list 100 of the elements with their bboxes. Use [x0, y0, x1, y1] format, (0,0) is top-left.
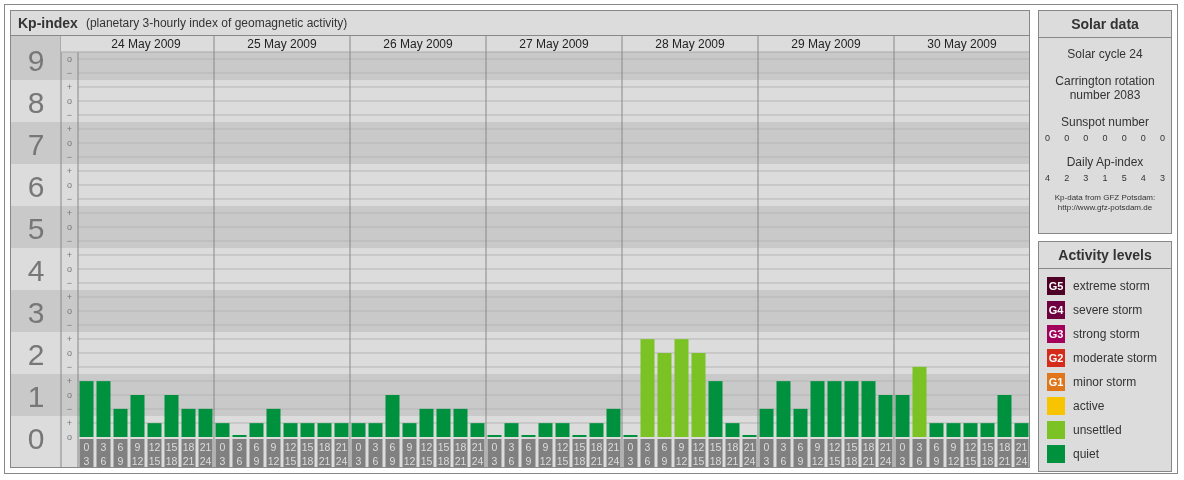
source-url: http://www.gfz-potsdam.de [1057, 203, 1153, 213]
ap-value: 3 [1159, 173, 1165, 183]
time-slot-label: 21 24 [742, 438, 757, 467]
chart-title: Kp-index [18, 14, 78, 31]
level-badge: G4 [1047, 301, 1065, 319]
bar [895, 394, 910, 437]
sub-tick-label: o [67, 179, 72, 190]
time-slot-label: 15 18 [572, 438, 587, 467]
time-slot-label: 9 12 [266, 438, 281, 467]
bar [793, 408, 808, 437]
sunspot-value: 0 [1083, 133, 1089, 143]
legend-label: severe storm [1073, 303, 1143, 317]
time-slot-label: 21 24 [1014, 438, 1029, 467]
legend-label: moderate storm [1073, 351, 1158, 365]
time-slot-label: 12 15 [555, 438, 570, 467]
sunspot-value: 0 [1159, 133, 1165, 143]
bar [266, 408, 281, 437]
time-slot-label: 3 6 [368, 438, 383, 467]
ap-value: 2 [1064, 173, 1070, 183]
bar [300, 423, 315, 437]
date-label: 25 May 2009 [247, 36, 317, 51]
time-slot-label: 12 15 [419, 438, 434, 467]
ap-value: 5 [1121, 173, 1127, 183]
y-axis-label: 3 [27, 295, 45, 329]
bar [912, 366, 927, 437]
ap-value: 3 [1083, 173, 1089, 183]
date-label: 28 May 2009 [655, 36, 725, 51]
bar [215, 423, 230, 437]
bar [827, 381, 842, 437]
bar [368, 423, 383, 437]
level-badge: G5 [1047, 277, 1065, 295]
sunspot-value: 0 [1045, 133, 1050, 143]
time-slot-label: 12 15 [691, 438, 706, 467]
bar [929, 423, 944, 437]
bar [606, 408, 621, 437]
sub-tick-label: + [66, 417, 73, 428]
time-slot-label: 6 9 [521, 438, 536, 467]
legend-label: strong storm [1073, 327, 1140, 341]
legend-label: minor storm [1073, 375, 1137, 389]
sub-tick-label: − [66, 319, 73, 330]
sub-tick-label: − [66, 109, 73, 120]
sub-tick-label: − [66, 235, 73, 246]
bar [436, 408, 451, 437]
sub-tick-label: + [66, 81, 73, 92]
bar [402, 423, 417, 437]
y-axis-label: 5 [27, 211, 45, 245]
bar [759, 408, 774, 437]
sub-tick-label: − [66, 277, 73, 288]
level-badge: G3 [1047, 325, 1065, 343]
time-slot-label: 0 3 [215, 438, 230, 467]
time-slot-label: 9 12 [538, 438, 553, 467]
sub-tick-label: + [66, 333, 73, 344]
time-slot-label: 3 6 [912, 438, 927, 467]
legend-label: quiet [1073, 447, 1100, 461]
date-label: 27 May 2009 [519, 36, 589, 51]
sub-tick-label: + [66, 375, 73, 386]
time-slot-label: 18 21 [317, 438, 332, 467]
bar [385, 394, 400, 437]
bar [997, 394, 1012, 437]
date-label: 24 May 2009 [111, 36, 181, 51]
time-slot-label: 18 21 [589, 438, 604, 467]
time-slot-label: 9 12 [130, 438, 145, 467]
bar [725, 423, 740, 437]
bar [487, 434, 502, 437]
sub-tick-label: − [66, 361, 73, 372]
bar [96, 381, 111, 437]
time-slot-label: 18 21 [453, 438, 468, 467]
y-axis-label: 6 [27, 169, 45, 203]
time-slot-label: 0 3 [623, 438, 638, 467]
sub-tick-label: o [67, 389, 72, 400]
time-slot-label: 21 24 [878, 438, 893, 467]
time-slot-label: 15 18 [844, 438, 859, 467]
sub-tick-label: + [66, 207, 73, 218]
bar [504, 423, 519, 437]
bar [521, 434, 536, 437]
bar [844, 381, 859, 437]
y-axis-label: 0 [27, 421, 45, 455]
sub-tick-label: o [67, 305, 72, 316]
time-slot-label: 21 24 [334, 438, 349, 467]
legend-label: unsettled [1073, 423, 1122, 437]
y-axis-label: 2 [27, 337, 45, 371]
time-slot-label: 3 6 [504, 438, 519, 467]
bar [708, 381, 723, 437]
time-slot-label: 6 9 [657, 438, 672, 467]
time-slot-label: 18 21 [181, 438, 196, 467]
bar [181, 408, 196, 437]
bar [113, 408, 128, 437]
time-slot-label: 15 18 [708, 438, 723, 467]
time-slot-label: 6 9 [385, 438, 400, 467]
sunspot-value: 0 [1140, 133, 1146, 143]
bar [810, 381, 825, 437]
sub-tick-label: + [66, 165, 73, 176]
sunspot-value: 0 [1121, 133, 1127, 143]
time-slot-label: 6 9 [249, 438, 264, 467]
time-slot-label: 12 15 [963, 438, 978, 467]
y-axis-label: 8 [27, 85, 45, 119]
sub-tick-label: + [66, 123, 73, 134]
sunspot-value: 0 [1102, 133, 1108, 143]
time-slot-label: 21 24 [470, 438, 485, 467]
bar [164, 394, 179, 437]
